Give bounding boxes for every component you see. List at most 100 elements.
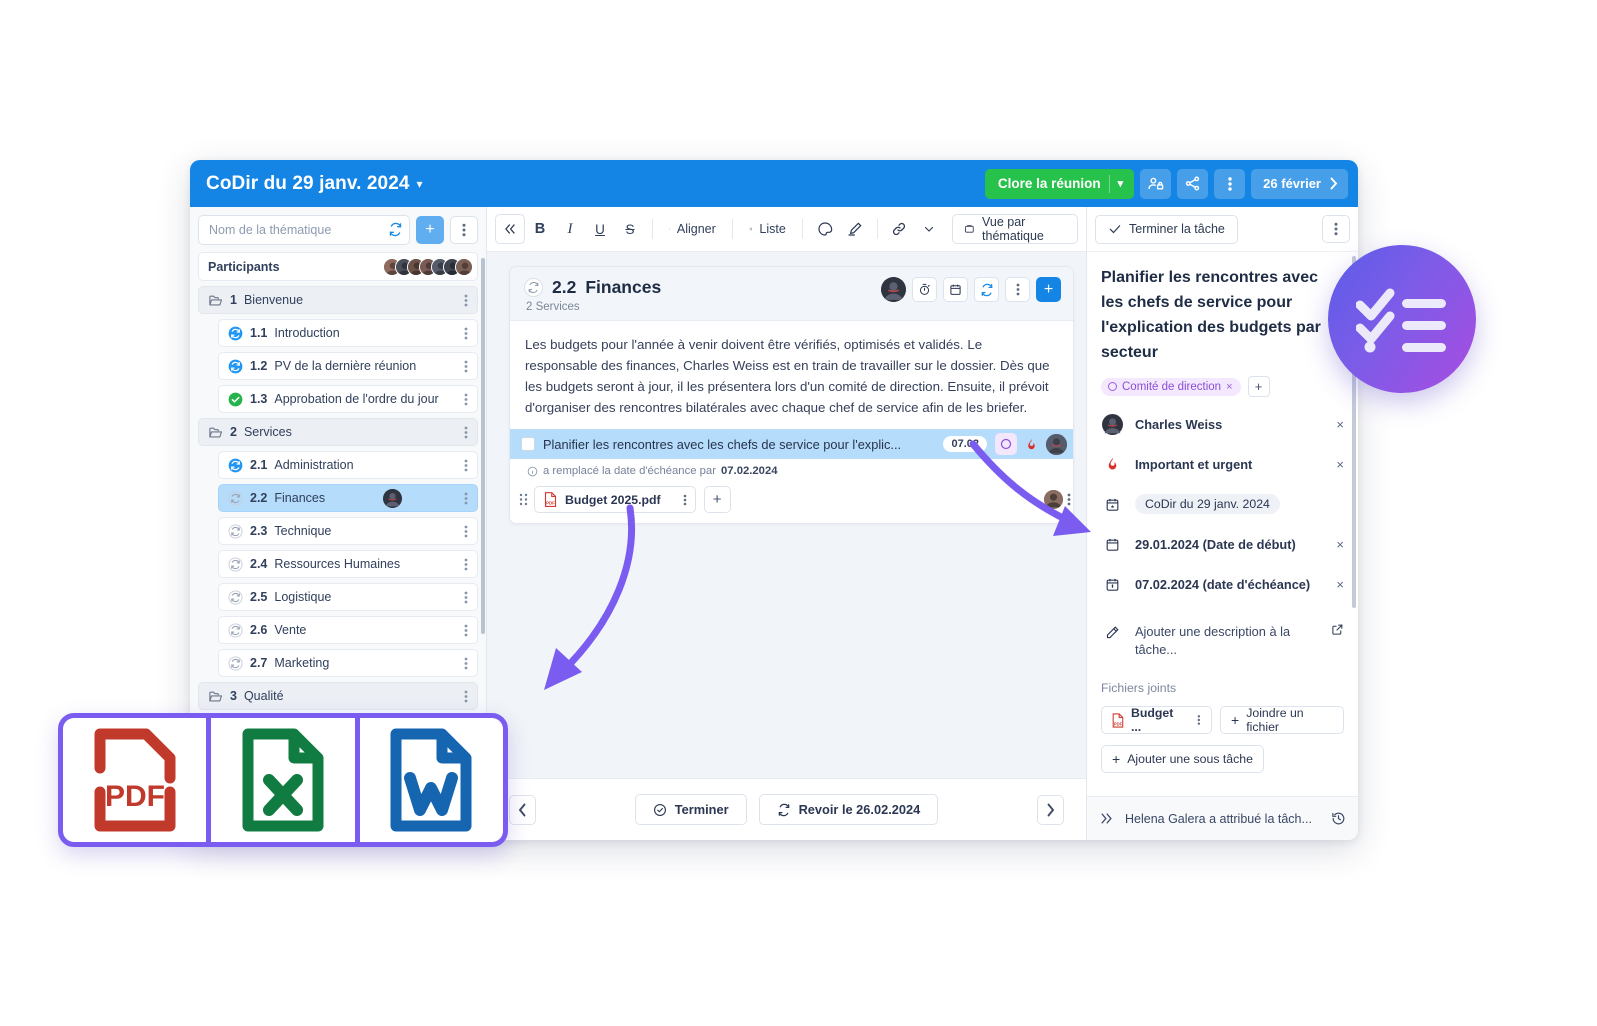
external-link-icon[interactable]: [1331, 623, 1344, 636]
details-assignee[interactable]: Charles Weiss ×: [1101, 411, 1344, 437]
marker-button[interactable]: [840, 214, 870, 244]
sidebar-item-administration[interactable]: 2.1 Administration: [218, 451, 478, 479]
next-date-button[interactable]: 26 février: [1251, 168, 1348, 199]
folder-icon: [208, 293, 223, 308]
activity-footer[interactable]: Helena Galera a attribué la tâch...: [1087, 796, 1358, 840]
theme-more-button[interactable]: [1005, 277, 1030, 302]
remove-tag-icon[interactable]: ×: [1226, 381, 1232, 393]
attached-file-chip[interactable]: PDF Budget ...: [1101, 706, 1213, 734]
add-subtask-button[interactable]: + Ajouter une sous tâche: [1101, 745, 1264, 773]
align-button[interactable]: Aligner: [660, 214, 725, 244]
remove-due-date-icon[interactable]: ×: [1332, 577, 1344, 592]
chevron-down-icon[interactable]: ▾: [417, 177, 423, 191]
details-description[interactable]: Ajouter une description à la tâche...: [1101, 623, 1344, 659]
meeting-chip[interactable]: CoDir du 29 janv. 2024: [1135, 494, 1280, 514]
chevrons-right-icon[interactable]: [1099, 811, 1114, 826]
italic-label: I: [567, 220, 573, 237]
align-icon: [668, 228, 670, 230]
sidebar-more-button[interactable]: [450, 215, 478, 244]
avatar[interactable]: [455, 257, 473, 276]
remove-priority-icon[interactable]: ×: [1332, 457, 1344, 472]
sidebar-item-marketing[interactable]: 2.7 Marketing: [218, 649, 478, 677]
add-participant-button[interactable]: [1140, 168, 1172, 199]
toolbar-more-button[interactable]: [914, 214, 944, 244]
close-meeting-button[interactable]: Clore la réunion ▾: [984, 168, 1135, 199]
sidebar-item-ressources-humaines[interactable]: 2.4 Ressources Humaines: [218, 550, 478, 578]
underline-button[interactable]: U: [585, 214, 615, 244]
activity-text: Helena Galera a attribué la tâch...: [1125, 811, 1312, 826]
collapse-sidebar-button[interactable]: [495, 214, 525, 244]
task-checkbox[interactable]: [521, 437, 535, 451]
sidebar-item-vente[interactable]: 2.6 Vente: [218, 616, 478, 644]
sidebar-item-more-button[interactable]: [459, 294, 473, 307]
sidebar-item-approbation-de-l-ordre-du-jour[interactable]: 1.3 Approbation de l'ordre du jour: [218, 385, 478, 413]
sidebar-item-technique[interactable]: 2.3 Technique: [218, 517, 478, 545]
remove-assignee-icon[interactable]: ×: [1332, 417, 1344, 432]
sidebar-item-more-button[interactable]: [459, 657, 473, 670]
list-label: Liste: [759, 222, 786, 236]
bold-button[interactable]: B: [525, 214, 555, 244]
sidebar-item-more-button[interactable]: [459, 690, 473, 703]
view-by-theme-button[interactable]: Vue par thématique: [952, 214, 1078, 244]
avatar[interactable]: [382, 488, 402, 508]
recurring-grey-icon: [228, 656, 243, 671]
finish-task-button[interactable]: Terminer la tâche: [1095, 214, 1238, 244]
details-start-date[interactable]: 29.01.2024 (Date de début) ×: [1101, 531, 1344, 557]
sidebar-item-number: 3: [230, 689, 237, 703]
details-more-button[interactable]: [1322, 215, 1350, 243]
sidebar-item-more-button[interactable]: [459, 426, 473, 439]
sidebar-item-more-button[interactable]: [459, 558, 473, 571]
participants-row[interactable]: Participants: [198, 252, 478, 281]
sidebar-item-more-button[interactable]: [459, 591, 473, 604]
calendar-button[interactable]: [943, 277, 968, 302]
sidebar-item-more-button[interactable]: [459, 327, 473, 340]
strikethrough-button[interactable]: S: [615, 214, 645, 244]
link-button[interactable]: [884, 214, 914, 244]
sidebar-item-number: 2.6: [250, 623, 268, 637]
sidebar-item-bienvenue[interactable]: 1 Bienvenue: [198, 286, 478, 314]
remove-start-date-icon[interactable]: ×: [1332, 537, 1344, 552]
sidebar-item-logistique[interactable]: 2.5 Logistique: [218, 583, 478, 611]
history-icon[interactable]: [1331, 811, 1346, 826]
attach-file-button[interactable]: + Joindre un fichier: [1220, 706, 1344, 734]
sidebar-item-more-button[interactable]: [459, 393, 473, 406]
header-more-button[interactable]: [1214, 168, 1246, 199]
review-button[interactable]: Revoir le 26.02.2024: [758, 794, 939, 825]
add-theme-button[interactable]: +: [416, 215, 444, 244]
add-task-button[interactable]: +: [1036, 277, 1061, 302]
add-attachment-button[interactable]: +: [703, 486, 731, 513]
italic-button[interactable]: I: [555, 214, 585, 244]
sidebar-item-more-button[interactable]: [459, 360, 473, 373]
sidebar-item-pv-de-la-derni-re-r-union[interactable]: 1.2 PV de la dernière réunion: [218, 352, 478, 380]
check-green-icon: [228, 392, 243, 407]
sidebar-toolbar: Nom de la thématique +: [190, 207, 486, 252]
list-button[interactable]: Liste: [740, 214, 795, 244]
timer-button[interactable]: [912, 277, 937, 302]
sidebar-item-more-button[interactable]: [459, 459, 473, 472]
sidebar-item-more-button[interactable]: [459, 624, 473, 637]
avatar[interactable]: [881, 277, 906, 302]
highlight-color-button[interactable]: [810, 214, 840, 244]
sidebar-item-more-button[interactable]: [459, 492, 473, 505]
tag-comite-de-direction[interactable]: Comité de direction ×: [1101, 377, 1241, 396]
sidebar-item-more-button[interactable]: [459, 525, 473, 538]
participants-avatars[interactable]: [383, 257, 473, 276]
previous-theme-button[interactable]: [509, 794, 536, 825]
calendar-icon: [950, 284, 961, 295]
details-meeting[interactable]: CoDir du 29 janv. 2024: [1101, 491, 1344, 517]
sidebar-scrollbar[interactable]: [481, 258, 485, 634]
sidebar-item-qualit[interactable]: 3 Qualité: [198, 682, 478, 710]
sidebar-item-finances[interactable]: 2.2 Finances: [218, 484, 478, 512]
theme-name-input[interactable]: Nom de la thématique: [198, 214, 410, 245]
share-button[interactable]: [1177, 168, 1209, 199]
next-theme-button[interactable]: [1037, 794, 1064, 825]
details-due-date[interactable]: 07.02.2024 (date d'échéance) ×: [1101, 571, 1344, 597]
add-tag-button[interactable]: +: [1247, 376, 1270, 397]
sidebar-item-introduction[interactable]: 1.1 Introduction: [218, 319, 478, 347]
details-priority[interactable]: Important et urgent ×: [1101, 451, 1344, 477]
sidebar-item-services[interactable]: 2 Services: [198, 418, 478, 446]
finish-button[interactable]: Terminer: [634, 794, 747, 825]
recurring-button[interactable]: [974, 277, 999, 302]
refresh-icon[interactable]: [388, 222, 403, 237]
chevron-down-icon[interactable]: ▾: [1118, 177, 1124, 190]
